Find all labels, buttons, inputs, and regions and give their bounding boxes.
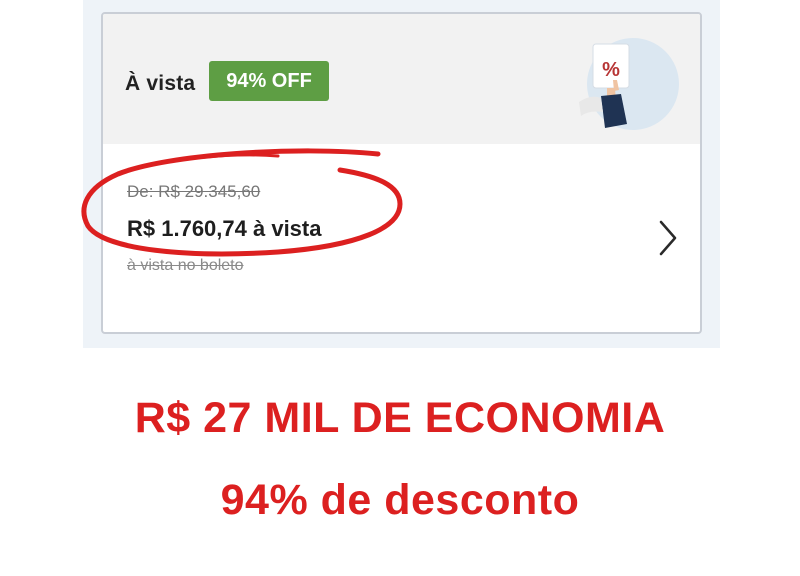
- discount-subheadline: 94% de desconto: [220, 476, 580, 524]
- payment-note: à vista no boleto: [127, 257, 244, 274]
- card-header: À vista 94% OFF %: [103, 14, 700, 144]
- payment-method-label: À vista: [125, 72, 196, 95]
- chevron-right-icon[interactable]: [655, 218, 681, 258]
- discounted-price: R$ 1.760,74 à vista: [127, 216, 322, 241]
- percent-symbol: %: [602, 59, 620, 81]
- discount-badge: 94% OFF: [209, 61, 329, 101]
- payment-option-card[interactable]: À vista 94% OFF % De: R$ 29.345,60 R$ 1.…: [101, 12, 702, 334]
- percent-tag-illustration: %: [579, 38, 679, 130]
- original-price: De: R$ 29.345,60: [127, 182, 261, 201]
- savings-headline: R$ 27 MIL DE ECONOMIA: [134, 394, 666, 442]
